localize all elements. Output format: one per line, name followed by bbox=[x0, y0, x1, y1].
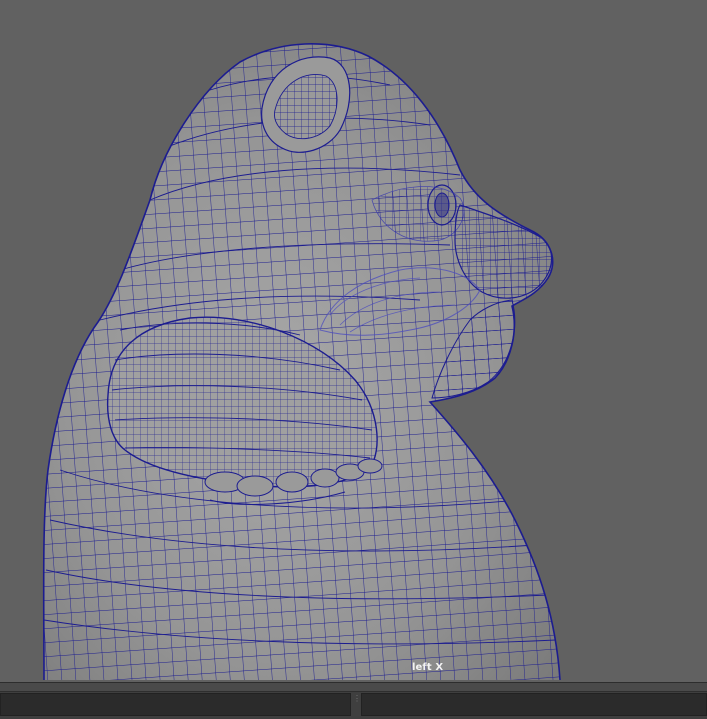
mesh-wireframe bbox=[43, 43, 561, 681]
wireframe-model[interactable] bbox=[0, 0, 707, 682]
bar-strip bbox=[0, 683, 707, 692]
camera-label: left X bbox=[412, 662, 444, 673]
command-bar: ⋮ bbox=[0, 682, 707, 719]
command-result-field[interactable] bbox=[361, 693, 707, 716]
drag-handle-icon[interactable]: ⋮ bbox=[353, 695, 361, 713]
command-line-input[interactable] bbox=[0, 693, 351, 716]
modeling-viewport[interactable]: left X bbox=[0, 0, 707, 682]
